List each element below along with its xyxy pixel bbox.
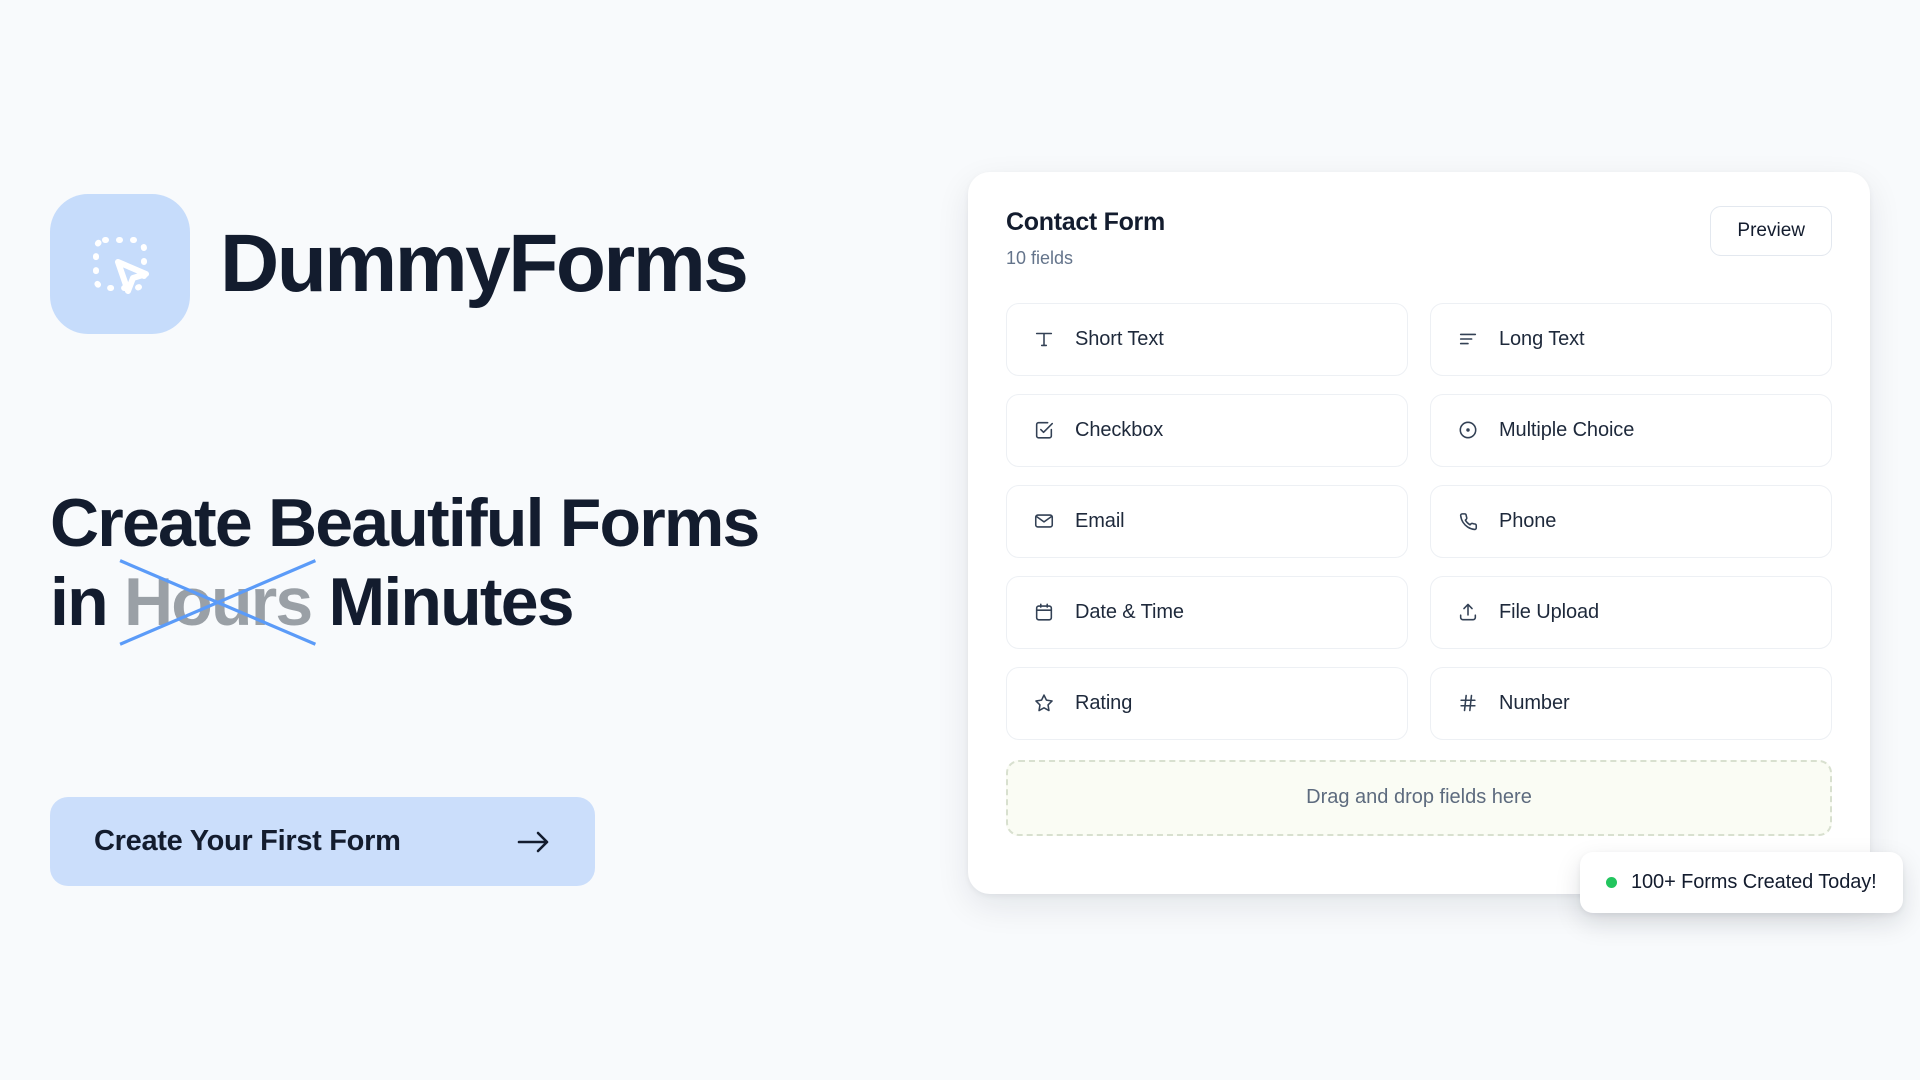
dropzone[interactable]: Drag and drop fields here bbox=[1006, 759, 1832, 836]
preview-button[interactable]: Preview bbox=[1710, 206, 1832, 256]
card-field-count: 10 fields bbox=[1006, 247, 1074, 268]
page-title: Create Beautiful Forms in Hours Minutes bbox=[50, 484, 950, 642]
field-item-date-time[interactable]: Date & Time bbox=[1006, 575, 1408, 649]
arrow-right-icon bbox=[517, 829, 551, 855]
field-item-long-text[interactable]: Long Text bbox=[1430, 302, 1832, 376]
status-dot-icon bbox=[1606, 877, 1617, 888]
star-icon bbox=[1031, 690, 1057, 716]
field-item-multiple-choice[interactable]: Multiple Choice bbox=[1430, 393, 1832, 467]
field-item-file-upload[interactable]: File Upload bbox=[1430, 575, 1832, 649]
field-label: Long Text bbox=[1499, 327, 1585, 350]
field-label: Phone bbox=[1499, 509, 1557, 532]
field-item-short-text[interactable]: Short Text bbox=[1006, 302, 1408, 376]
form-builder-card: Contact Form 10 fields Preview Short Tex… bbox=[968, 172, 1870, 894]
field-palette-grid: Short Text Long Text Checkbox Multiple C… bbox=[1006, 302, 1832, 740]
headline-prefix: in bbox=[50, 563, 109, 640]
upload-icon bbox=[1455, 599, 1481, 625]
field-label: Multiple Choice bbox=[1499, 418, 1635, 441]
hash-icon bbox=[1455, 690, 1481, 716]
checkbox-check-icon bbox=[1031, 417, 1057, 443]
phone-icon bbox=[1455, 508, 1481, 534]
dashed-frame-cursor-icon bbox=[50, 193, 190, 334]
status-badge-label: 100+ Forms Created Today! bbox=[1631, 871, 1877, 893]
headline-line-2: in Hours Minutes bbox=[50, 563, 950, 642]
text-t-icon bbox=[1031, 326, 1057, 352]
field-label: Date & Time bbox=[1075, 600, 1184, 623]
calendar-icon bbox=[1031, 599, 1057, 625]
radio-dot-icon bbox=[1455, 417, 1481, 443]
field-item-phone[interactable]: Phone bbox=[1430, 484, 1832, 558]
field-item-checkbox[interactable]: Checkbox bbox=[1006, 393, 1408, 467]
headline-struck-word: Hours bbox=[123, 563, 313, 640]
field-item-rating[interactable]: Rating bbox=[1006, 666, 1408, 740]
field-label: Rating bbox=[1075, 691, 1133, 714]
brand-lockup: DummyForms bbox=[50, 193, 950, 334]
hero-left-column: DummyForms Create Beautiful Forms in Hou… bbox=[50, 0, 950, 1080]
text-lines-icon bbox=[1455, 326, 1481, 352]
landing-page: DummyForms Create Beautiful Forms in Hou… bbox=[0, 0, 1920, 1080]
field-item-number[interactable]: Number bbox=[1430, 666, 1832, 740]
headline-struck-word-wrap: Hours bbox=[124, 563, 311, 642]
card-header: Contact Form 10 fields Preview bbox=[1006, 206, 1832, 269]
envelope-icon bbox=[1031, 508, 1057, 534]
cta-label: Create Your First Form bbox=[94, 825, 401, 858]
create-first-form-button[interactable]: Create Your First Form bbox=[50, 797, 595, 887]
card-title: Contact Form bbox=[1006, 208, 1165, 236]
card-header-text: Contact Form 10 fields bbox=[1006, 206, 1165, 269]
headline-emphasis: Minutes bbox=[328, 563, 575, 640]
dropzone-label: Drag and drop fields here bbox=[1306, 786, 1532, 808]
field-label: Short Text bbox=[1075, 327, 1164, 350]
field-label: Number bbox=[1499, 691, 1570, 714]
brand-name: DummyForms bbox=[220, 217, 749, 309]
field-item-email[interactable]: Email bbox=[1006, 484, 1408, 558]
field-label: File Upload bbox=[1499, 600, 1600, 623]
field-label: Checkbox bbox=[1075, 418, 1164, 441]
field-label: Email bbox=[1075, 509, 1125, 532]
status-badge: 100+ Forms Created Today! bbox=[1580, 852, 1903, 913]
headline-line-1: Create Beautiful Forms bbox=[50, 484, 760, 561]
